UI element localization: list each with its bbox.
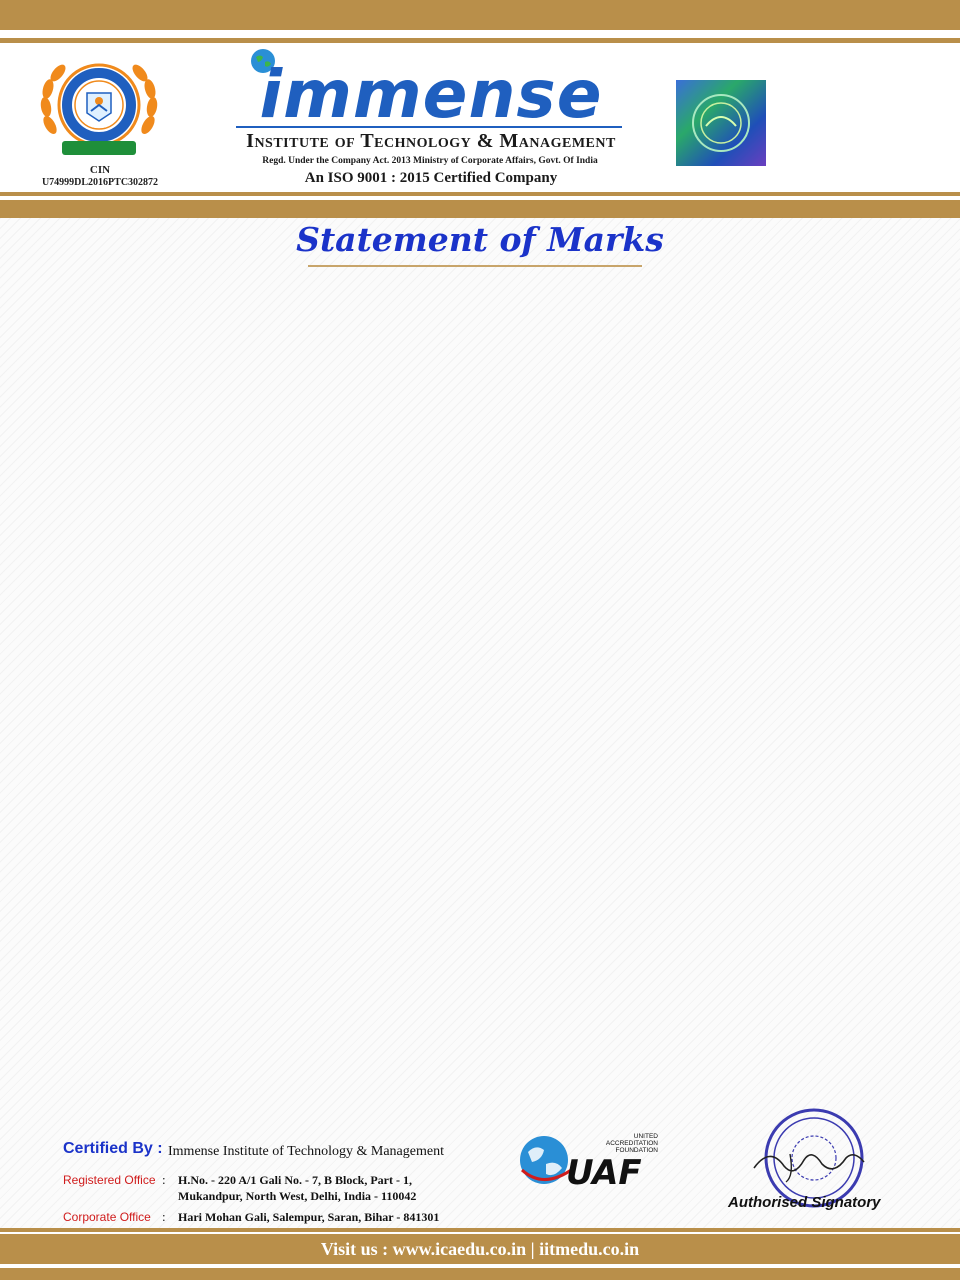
svg-text:FOUNDATION: FOUNDATION: [616, 1147, 659, 1154]
certified-by-label: Certified By :: [63, 1140, 163, 1157]
header-divider-thin: [0, 192, 960, 196]
svg-text:UNITED: UNITED: [634, 1133, 659, 1140]
registration-line: Regd. Under the Company Act. 2013 Minist…: [262, 156, 598, 166]
cin-value: U74999DL2016PTC302872: [41, 177, 159, 188]
institute-name: Institute of Technology & Management: [246, 130, 616, 152]
corporate-office-value: Hari Mohan Gali, Salempur, Saran, Bihar …: [178, 1210, 440, 1224]
corporate-office-label: Corporate Office: [63, 1210, 151, 1224]
bottom-gold-band: [0, 1268, 960, 1280]
cin-label: CIN: [89, 164, 111, 176]
visit-website-text: Visit us : www.icaedu.co.in | iitmedu.co…: [320, 1238, 640, 1259]
footer-gold-rule: [0, 1228, 960, 1232]
svg-text:UAF: UAF: [566, 1153, 642, 1190]
footer-bar: Visit us : www.icaedu.co.in | iitmedu.co…: [0, 1234, 960, 1264]
title-underline: [308, 265, 642, 267]
brand-logo: immense: [236, 48, 626, 133]
top-gold-band: [0, 0, 960, 30]
authorised-signatory-label: Authorised Signatory: [728, 1194, 881, 1211]
certified-by-value: Immense Institute of Technology & Manage…: [168, 1144, 444, 1159]
iso-certification: An ISO 9001 : 2015 Certified Company: [304, 170, 558, 186]
header-divider-band: [0, 200, 960, 218]
registered-office-line2: Mukandpur, North West, Delhi, India - 11…: [178, 1189, 417, 1203]
security-watermark-background: [0, 218, 960, 1228]
registered-office-label: Registered Office: [63, 1173, 156, 1187]
hologram-seal-icon: [676, 80, 766, 166]
registered-office-colon: :: [162, 1172, 166, 1187]
top-gold-rule: [0, 38, 960, 43]
brand-rule: [236, 126, 622, 128]
uaf-logo-icon: UAF UNITED ACCREDITATION FOUNDATION: [520, 1133, 659, 1190]
institute-seal-icon: [40, 63, 158, 155]
corporate-office-colon: :: [162, 1209, 166, 1224]
brand-wordmark: immense: [259, 56, 603, 133]
registered-office-line1: H.No. - 220 A/1 Gali No. - 7, B Block, P…: [178, 1173, 412, 1187]
document-title: Statement of Marks: [296, 220, 664, 259]
svg-text:ACCREDITATION: ACCREDITATION: [606, 1140, 658, 1147]
